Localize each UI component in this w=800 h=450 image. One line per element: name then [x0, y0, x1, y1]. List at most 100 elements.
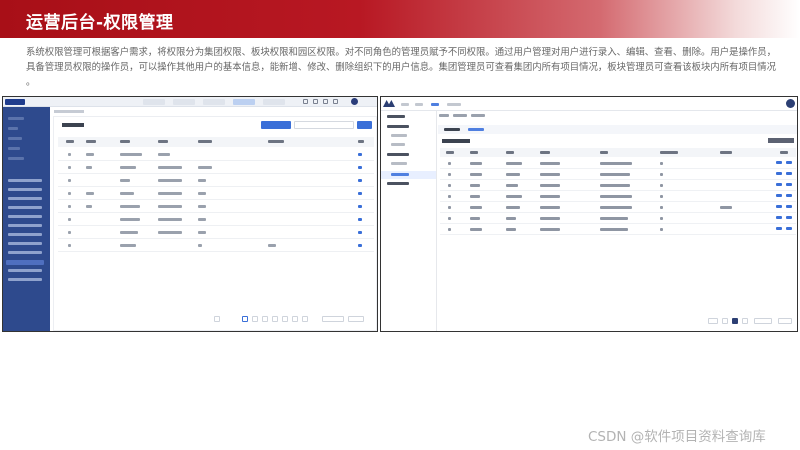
avatar[interactable] [351, 98, 358, 105]
add-user-button[interactable] [261, 121, 291, 129]
table-row[interactable] [440, 191, 796, 202]
sidebar-group[interactable] [387, 153, 409, 156]
next-page-button[interactable] [742, 318, 748, 324]
nav-tab[interactable] [263, 99, 285, 105]
sidebar-block [8, 137, 22, 140]
table-header [440, 148, 796, 157]
sidebar-item-label [391, 173, 409, 176]
search-button[interactable] [357, 121, 372, 129]
main-panel [53, 116, 377, 331]
nav-tab[interactable] [203, 99, 225, 105]
nav-tab[interactable] [415, 103, 423, 106]
main-panel [438, 121, 797, 331]
sidebar [381, 111, 437, 331]
page-button-active[interactable] [242, 316, 248, 322]
sidebar-block [8, 127, 18, 130]
screenshot-user-management [2, 96, 378, 332]
add-manager-button[interactable] [768, 138, 794, 143]
toolbar-icon[interactable] [333, 99, 338, 104]
toolbar-icon[interactable] [303, 99, 308, 104]
table-row[interactable] [58, 161, 374, 174]
sidebar-item[interactable] [391, 162, 407, 165]
page-jump-input[interactable] [348, 316, 364, 322]
app-logo [5, 99, 25, 105]
table-row[interactable] [440, 180, 796, 191]
sidebar-item[interactable] [8, 197, 42, 200]
table-header [58, 137, 374, 147]
toolbar-icon[interactable] [323, 99, 328, 104]
sidebar-item[interactable] [8, 233, 42, 236]
top-nav-bar [381, 97, 797, 111]
page-button[interactable] [292, 316, 298, 322]
sidebar-heading [387, 115, 405, 118]
nav-tab[interactable] [401, 103, 409, 106]
search-input[interactable] [294, 121, 354, 129]
sidebar-group[interactable] [387, 182, 409, 185]
sidebar-block [8, 117, 24, 120]
sidebar-item[interactable] [8, 269, 42, 272]
avatar[interactable] [786, 99, 795, 108]
table-row[interactable] [440, 202, 796, 213]
sidebar-item[interactable] [8, 224, 42, 227]
app-logo [383, 100, 395, 107]
sidebar-block [8, 157, 24, 160]
screenshot-project-manager-list [380, 96, 798, 332]
sidebar-item[interactable] [8, 188, 42, 191]
table-row[interactable] [58, 226, 374, 239]
top-nav-bar [3, 97, 377, 107]
slide-title: 运营后台-权限管理 [26, 13, 174, 33]
toolbar-icon[interactable] [313, 99, 318, 104]
sidebar-block [8, 147, 20, 150]
table-row[interactable] [440, 224, 796, 235]
sidebar-item[interactable] [8, 179, 42, 182]
nav-tab[interactable] [447, 103, 461, 106]
sidebar-item[interactable] [391, 134, 407, 137]
page-button-active[interactable] [732, 318, 738, 324]
watermark: CSDN @软件项目资料查询库 [588, 429, 766, 445]
sidebar-item[interactable] [391, 143, 405, 146]
table-row[interactable] [58, 148, 374, 161]
page-button[interactable] [272, 316, 278, 322]
sidebar-group[interactable] [387, 125, 409, 128]
breadcrumb [54, 110, 84, 113]
page-title [442, 139, 470, 143]
sub-tabs [438, 125, 797, 134]
pagination [708, 317, 797, 325]
page-button[interactable] [252, 316, 258, 322]
sidebar-item[interactable] [8, 251, 42, 254]
page-button[interactable] [262, 316, 268, 322]
nav-tab[interactable] [173, 99, 195, 105]
sidebar-item[interactable] [8, 206, 42, 209]
tab-active[interactable] [468, 128, 484, 131]
table-row[interactable] [440, 158, 796, 169]
table-row[interactable] [58, 239, 374, 252]
page-button[interactable] [214, 316, 220, 322]
table-row[interactable] [58, 200, 374, 213]
sidebar [3, 107, 50, 331]
nav-tab[interactable] [143, 99, 165, 105]
breadcrumb [439, 114, 499, 118]
table-row[interactable] [440, 169, 796, 180]
nav-tab-active[interactable] [431, 103, 439, 106]
tab[interactable] [444, 128, 460, 131]
sidebar-item[interactable] [8, 278, 42, 281]
table-row[interactable] [58, 187, 374, 200]
sidebar-item[interactable] [8, 215, 42, 218]
total-count [708, 318, 718, 324]
page-size-select[interactable] [754, 318, 772, 324]
prev-page-button[interactable] [722, 318, 728, 324]
slide-description: 系统权限管理可根据客户需求，将权限分为集团权限、板块权限和园区权限。对不同角色的… [26, 47, 777, 88]
page-button[interactable] [282, 316, 288, 322]
page-size-select[interactable] [322, 316, 344, 322]
slide-header-banner: 运营后台-权限管理 [0, 0, 800, 38]
table-row[interactable] [58, 213, 374, 226]
sidebar-item-active[interactable] [6, 260, 44, 265]
nav-tab-active[interactable] [233, 99, 255, 105]
table-row[interactable] [58, 174, 374, 187]
page-jump-input[interactable] [778, 318, 792, 324]
pagination [214, 315, 374, 323]
sidebar-item[interactable] [8, 242, 42, 245]
page-button[interactable] [302, 316, 308, 322]
page-title [62, 123, 84, 127]
table-row[interactable] [440, 213, 796, 224]
